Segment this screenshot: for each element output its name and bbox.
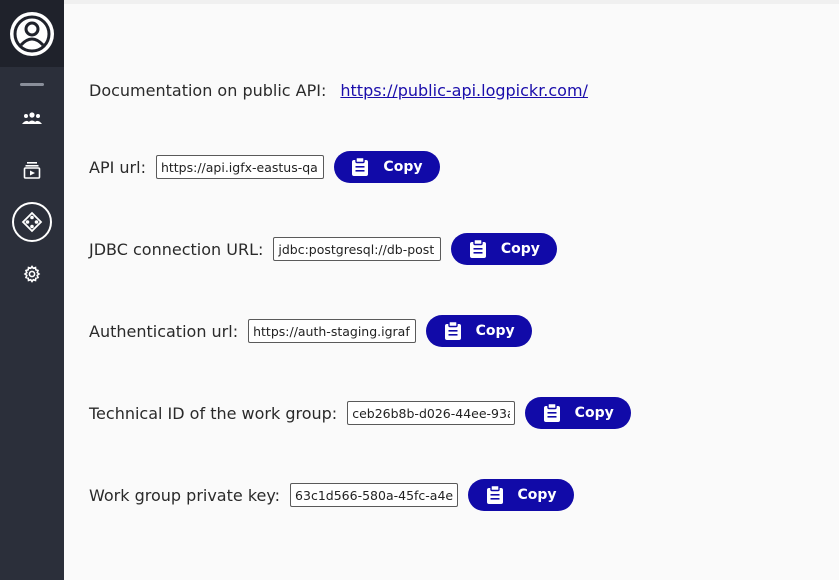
gear-icon bbox=[23, 265, 41, 283]
api-url-row: API url: Copy bbox=[89, 151, 440, 183]
copy-jdbc-url-button[interactable]: Copy bbox=[451, 233, 558, 265]
private-key-field[interactable] bbox=[290, 483, 459, 507]
docs-link[interactable]: https://public-api.logpickr.com/ bbox=[340, 81, 588, 100]
clipboard-icon bbox=[444, 321, 462, 341]
api-url-label: API url: bbox=[89, 157, 146, 177]
copy-private-key-button[interactable]: Copy bbox=[468, 479, 575, 511]
user-avatar-button[interactable] bbox=[10, 11, 54, 56]
jdbc-url-field[interactable] bbox=[273, 237, 442, 261]
workgroup-id-field[interactable] bbox=[347, 401, 516, 425]
clipboard-icon bbox=[469, 239, 487, 259]
copy-button-label: Copy bbox=[475, 323, 515, 339]
docs-label: Documentation on public API: bbox=[89, 80, 327, 100]
top-bar bbox=[64, 0, 839, 4]
sidebar bbox=[0, 0, 64, 580]
workgroup-id-label: Technical ID of the work group: bbox=[89, 403, 338, 423]
sidebar-item-api[interactable] bbox=[12, 202, 52, 242]
copy-api-url-button[interactable]: Copy bbox=[333, 151, 440, 183]
copy-button-label: Copy bbox=[574, 405, 614, 421]
clipboard-icon bbox=[543, 403, 561, 423]
private-key-label: Work group private key: bbox=[89, 485, 281, 505]
workgroup-id-row: Technical ID of the work group: Copy bbox=[89, 397, 632, 429]
jdbc-url-label: JDBC connection URL: bbox=[89, 239, 264, 259]
copy-auth-url-button[interactable]: Copy bbox=[426, 315, 533, 347]
clipboard-icon bbox=[486, 485, 504, 505]
copy-button-label: Copy bbox=[383, 159, 423, 175]
auth-url-label: Authentication url: bbox=[89, 321, 239, 341]
api-url-field[interactable] bbox=[155, 155, 324, 179]
media-library-icon bbox=[23, 162, 41, 179]
copy-button-label: Copy bbox=[500, 241, 540, 257]
sidebar-item-media[interactable] bbox=[12, 150, 52, 190]
auth-url-row: Authentication url: Copy bbox=[89, 315, 533, 347]
jdbc-url-row: JDBC connection URL: Copy bbox=[89, 233, 558, 265]
api-diamond-icon bbox=[21, 211, 43, 233]
copy-button-label: Copy bbox=[517, 487, 557, 503]
user-avatar-icon bbox=[13, 15, 51, 52]
auth-url-field[interactable] bbox=[248, 319, 417, 343]
group-icon bbox=[22, 112, 42, 124]
sidebar-item-settings[interactable] bbox=[12, 254, 52, 294]
sidebar-divider bbox=[20, 83, 44, 86]
clipboard-icon bbox=[351, 157, 369, 177]
copy-workgroup-id-button[interactable]: Copy bbox=[525, 397, 632, 429]
docs-row: Documentation on public API: https://pub… bbox=[89, 74, 588, 106]
sidebar-item-groups[interactable] bbox=[12, 98, 52, 138]
sidebar-header bbox=[0, 0, 64, 67]
private-key-row: Work group private key: Copy bbox=[89, 479, 575, 511]
